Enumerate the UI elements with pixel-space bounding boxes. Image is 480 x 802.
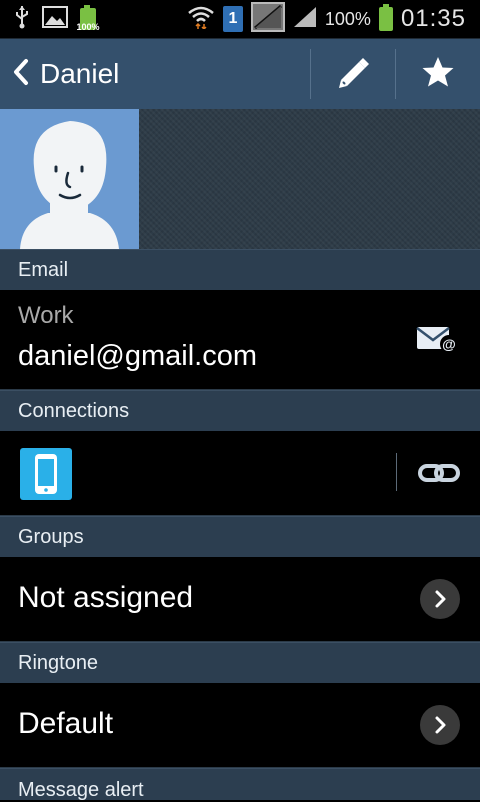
groups-section-header: Groups <box>0 516 480 557</box>
phone-connection-icon[interactable] <box>20 448 72 505</box>
edit-button[interactable] <box>311 39 395 109</box>
clock: 01:35 <box>400 5 466 32</box>
wifi-icon <box>187 5 215 34</box>
favorite-button[interactable] <box>396 39 480 109</box>
email-type-label: Work <box>18 302 74 329</box>
image-icon <box>42 5 68 33</box>
connections-section-header: Connections <box>0 390 480 431</box>
contact-photo-area <box>0 109 480 249</box>
link-icon[interactable] <box>418 461 460 490</box>
groups-value: Not assigned <box>18 581 194 614</box>
send-email-icon[interactable]: @ <box>416 326 460 359</box>
connections-divider <box>396 453 397 491</box>
message-alert-section-header: Message alert <box>0 768 480 801</box>
battery-full-icon: 100% <box>76 5 100 32</box>
groups-row[interactable]: Not assigned <box>0 557 480 642</box>
no-signal-icon <box>250 1 285 37</box>
chevron-right-icon[interactable] <box>420 705 460 745</box>
battery-left-label: 100% <box>76 22 100 32</box>
chevron-right-icon[interactable] <box>420 579 460 619</box>
status-bar-system: 1 100% 01:35 <box>187 0 466 38</box>
battery-icon <box>378 4 393 31</box>
pencil-icon <box>335 54 371 95</box>
sim-indicator: 1 <box>222 6 243 32</box>
avatar[interactable] <box>0 109 139 249</box>
email-address: daniel@gmail.com <box>18 340 257 372</box>
back-button[interactable]: Daniel <box>0 39 119 109</box>
status-bar: 100% 1 100% 01:35 <box>0 0 480 39</box>
email-section-header: Email <box>0 249 480 290</box>
usb-icon <box>14 5 30 34</box>
connections-row <box>0 431 480 516</box>
ringtone-value: Default <box>18 707 114 740</box>
ringtone-row[interactable]: Default <box>0 683 480 768</box>
svg-text:@: @ <box>442 336 456 352</box>
battery-percent: 100% <box>324 8 371 29</box>
email-row[interactable]: Work daniel@gmail.com @ <box>0 290 480 390</box>
action-bar: Daniel <box>0 39 480 109</box>
star-icon <box>421 55 455 94</box>
default-person-icon <box>20 121 119 249</box>
status-bar-notifications: 100% <box>14 0 100 38</box>
back-arrow-icon <box>12 58 30 91</box>
signal-strength-icon <box>293 6 317 33</box>
contact-name-title: Daniel <box>40 58 120 89</box>
ringtone-section-header: Ringtone <box>0 642 480 683</box>
